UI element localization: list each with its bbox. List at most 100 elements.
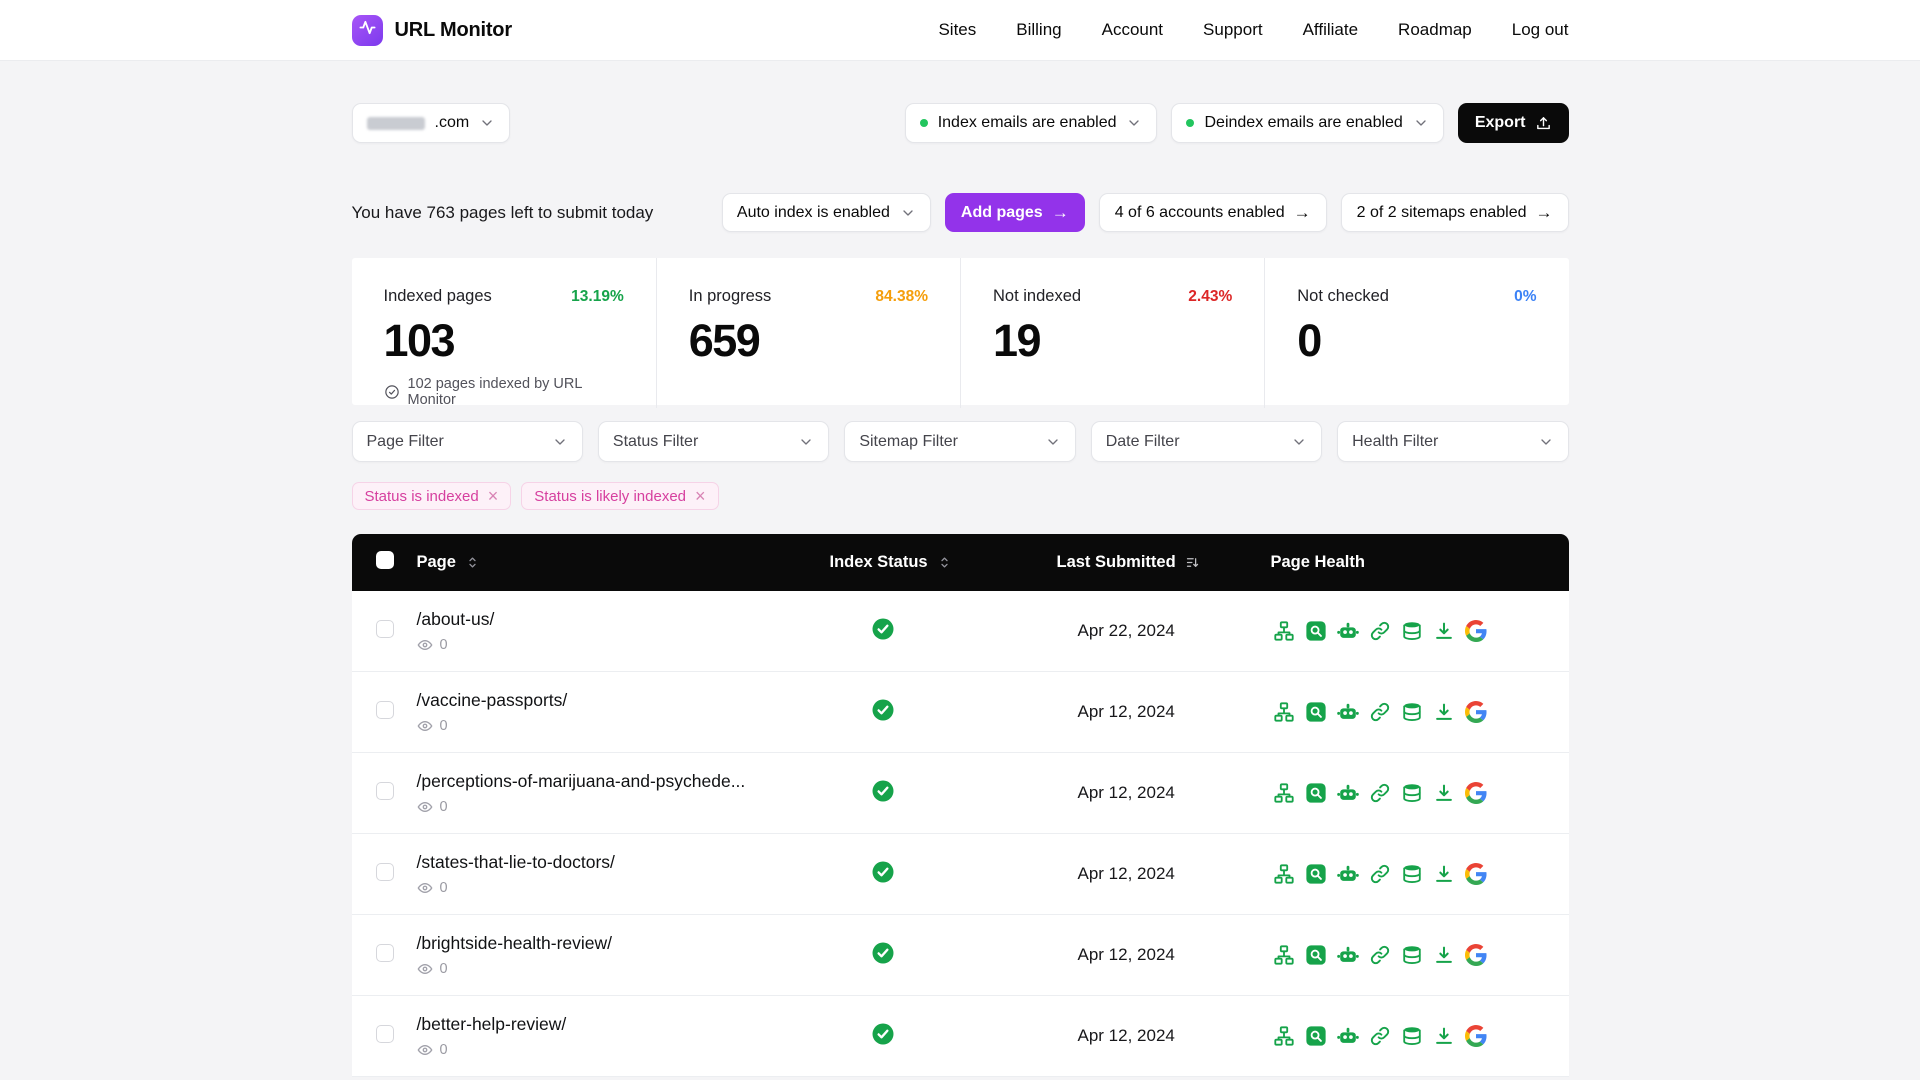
sitemap-icon[interactable] [1273,701,1295,723]
sitemap-icon[interactable] [1273,782,1295,804]
google-icon[interactable] [1464,620,1487,642]
nav-item-roadmap[interactable]: Roadmap [1398,20,1472,40]
row-checkbox[interactable] [375,781,394,800]
download-icon[interactable] [1433,782,1455,804]
page-path[interactable]: /vaccine-passports/ [417,690,830,711]
top-nav: URL Monitor Sites Billing Account Suppor… [0,0,1920,61]
link-icon[interactable] [1369,701,1391,723]
download-icon[interactable] [1433,863,1455,885]
google-icon[interactable] [1464,1025,1487,1047]
page-path[interactable]: /perceptions-of-marijuana-and-psychede..… [417,771,830,792]
page-path[interactable]: /states-that-lie-to-doctors/ [417,852,830,873]
stack-icon[interactable] [1401,701,1423,723]
inspect-icon[interactable] [1305,620,1327,642]
link-icon[interactable] [1369,863,1391,885]
nav-item-billing[interactable]: Billing [1016,20,1061,40]
chevron-down-icon [1045,434,1061,450]
table-row: /vaccine-passports/ 0 Apr 12, 2024 [351,672,1569,753]
page-path[interactable]: /about-us/ [417,609,830,630]
stack-icon[interactable] [1401,782,1423,804]
sitemap-icon[interactable] [1273,620,1295,642]
accounts-enabled-button[interactable]: 4 of 6 accounts enabled → [1098,193,1327,232]
link-icon[interactable] [1369,944,1391,966]
deindex-emails-select[interactable]: Deindex emails are enabled [1171,103,1444,143]
row-checkbox[interactable] [375,862,394,881]
page-path[interactable]: /brightside-health-review/ [417,933,830,954]
add-pages-button[interactable]: Add pages → [944,193,1085,232]
inspect-icon[interactable] [1305,782,1327,804]
date-filter[interactable]: Date Filter [1090,421,1323,462]
google-icon[interactable] [1464,782,1487,804]
google-icon[interactable] [1464,944,1487,966]
export-button[interactable]: Export [1457,103,1569,143]
status-filter[interactable]: Status Filter [597,421,830,462]
arrow-right-icon: → [1293,203,1311,222]
sitemap-filter[interactable]: Sitemap Filter [844,421,1076,462]
page-filter[interactable]: Page Filter [351,421,583,462]
download-icon[interactable] [1433,620,1455,642]
page-health-icons [1271,701,1569,723]
robot-icon[interactable] [1336,782,1359,804]
page-path[interactable]: /better-help-review/ [417,1014,830,1035]
stack-icon[interactable] [1401,1025,1423,1047]
select-all-checkbox[interactable] [375,551,394,569]
robot-icon[interactable] [1336,863,1359,885]
last-submitted-date: Apr 22, 2024 [1077,621,1175,640]
row-checkbox[interactable] [375,943,394,962]
nav-item-logout[interactable]: Log out [1512,20,1569,40]
robot-icon[interactable] [1336,944,1359,966]
col-last-submitted[interactable]: Last Submitted [1057,553,1271,572]
sitemap-icon[interactable] [1273,863,1295,885]
col-index-status[interactable]: Index Status [830,553,1057,572]
chip-close-icon[interactable]: × [488,487,499,505]
health-filter[interactable]: Health Filter [1337,421,1569,462]
col-page[interactable]: Page [417,553,830,572]
stack-icon[interactable] [1401,944,1423,966]
nav-item-sites[interactable]: Sites [938,20,976,40]
inspect-icon[interactable] [1305,701,1327,723]
inspect-icon[interactable] [1305,1025,1327,1047]
sitemap-icon[interactable] [1273,944,1295,966]
brand[interactable]: URL Monitor [351,14,512,46]
nav-item-account[interactable]: Account [1102,20,1163,40]
robot-icon[interactable] [1336,701,1359,723]
app-logo-icon [351,14,383,46]
chevron-down-icon [1413,115,1429,131]
check-circle-icon [384,384,400,400]
row-checkbox[interactable] [375,1024,394,1043]
inspect-icon[interactable] [1305,863,1327,885]
download-icon[interactable] [1433,1025,1455,1047]
google-icon[interactable] [1464,863,1487,885]
sitemaps-enabled-button[interactable]: 2 of 2 sitemaps enabled → [1340,193,1569,232]
robot-icon[interactable] [1336,620,1359,642]
stack-icon[interactable] [1401,620,1423,642]
stat-label: Indexed pages [383,287,492,305]
chevron-down-icon [798,434,814,450]
sitemap-icon[interactable] [1273,1025,1295,1047]
auto-index-select[interactable]: Auto index is enabled [721,193,931,232]
inspect-icon[interactable] [1305,944,1327,966]
page-health-icons [1271,863,1569,885]
link-icon[interactable] [1369,782,1391,804]
stat-value: 0 [1297,315,1322,366]
chip-close-icon[interactable]: × [695,487,706,505]
page-health-icons [1271,1025,1569,1047]
download-icon[interactable] [1433,944,1455,966]
page-views-count: 0 [439,799,448,815]
last-submitted-date: Apr 12, 2024 [1077,864,1175,883]
eye-icon [417,880,433,896]
index-emails-select[interactable]: Index emails are enabled [904,103,1158,143]
domain-select[interactable]: .com [351,103,511,143]
nav-item-affiliate[interactable]: Affiliate [1303,20,1358,40]
activity-icon [358,19,376,41]
download-icon[interactable] [1433,701,1455,723]
stack-icon[interactable] [1401,863,1423,885]
link-icon[interactable] [1369,620,1391,642]
robot-icon[interactable] [1336,1025,1359,1047]
google-icon[interactable] [1464,701,1487,723]
link-icon[interactable] [1369,1025,1391,1047]
nav-item-support[interactable]: Support [1203,20,1263,40]
row-checkbox[interactable] [375,619,394,638]
eye-icon [417,1042,433,1058]
row-checkbox[interactable] [375,700,394,719]
